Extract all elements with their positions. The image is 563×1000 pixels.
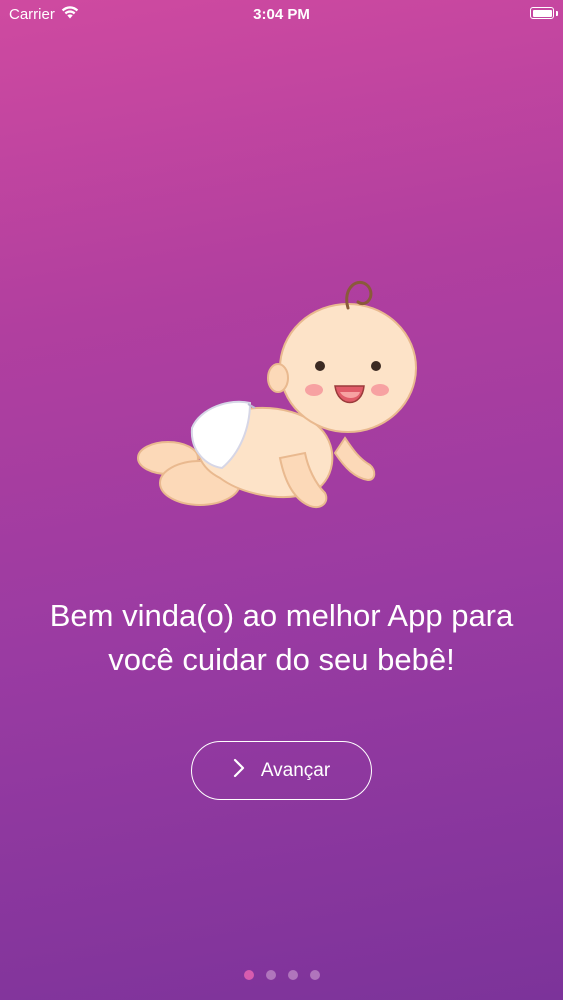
welcome-headline: Bem vinda(o) ao melhor App para você cui… bbox=[49, 598, 514, 677]
crawling-baby-illustration bbox=[130, 268, 420, 518]
next-button[interactable]: Avançar bbox=[191, 741, 372, 800]
page-dot-2[interactable] bbox=[265, 970, 276, 980]
page-dot-1[interactable] bbox=[243, 970, 254, 980]
status-bar: Carrier 3:04 PM bbox=[0, 0, 563, 30]
page-indicator bbox=[0, 970, 563, 980]
battery-fill bbox=[532, 9, 552, 17]
next-button-label: Avançar bbox=[260, 759, 331, 781]
battery-icon bbox=[530, 7, 558, 19]
status-time: 3:04 PM bbox=[253, 6, 310, 23]
page-dot-3[interactable] bbox=[287, 970, 298, 980]
onboarding-screen: Carrier 3:04 PM Bem vinda(o) ao melhor A… bbox=[0, 0, 563, 1000]
page-dot-4[interactable] bbox=[309, 970, 320, 980]
chevron-right-icon bbox=[233, 758, 245, 784]
